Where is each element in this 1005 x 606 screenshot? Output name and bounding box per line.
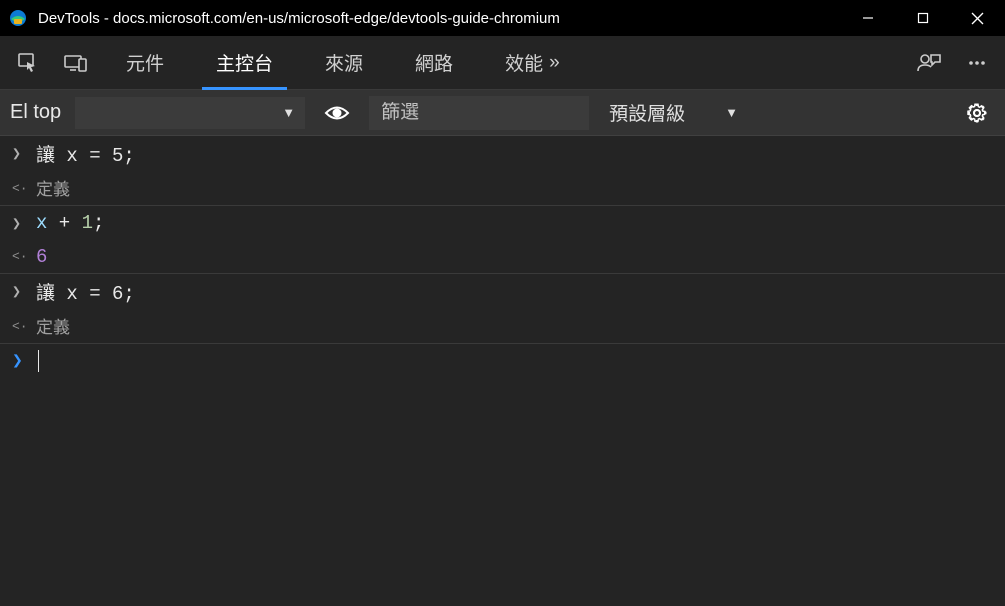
console-prompt-input[interactable] xyxy=(36,350,993,372)
window-titlebar: DevTools - docs.microsoft.com/en-us/micr… xyxy=(0,0,1005,36)
input-marker-icon: ❯ xyxy=(12,214,36,233)
live-expression-icon[interactable] xyxy=(319,95,355,131)
chevron-down-icon: ▼ xyxy=(725,105,738,120)
log-level-selector[interactable]: 預設層級 ▼ xyxy=(603,96,738,130)
console-settings-icon[interactable] xyxy=(959,95,995,131)
input-marker-icon: ❯ xyxy=(12,282,36,301)
tabs-overflow-indicator: » xyxy=(543,52,560,74)
context-label: El top xyxy=(10,101,61,124)
tab-sources[interactable]: 來源 xyxy=(299,36,389,90)
app-icon xyxy=(8,8,28,28)
console-text: x + 1; xyxy=(36,212,993,234)
console-output-row: <· 定義 xyxy=(0,309,1005,344)
more-options-icon[interactable] xyxy=(953,36,1001,90)
console-filterbar: El top ▼ 預設層級 ▼ xyxy=(0,90,1005,136)
console-output-row: <· 定義 xyxy=(0,171,1005,206)
console-output[interactable]: ❯ 讓 x = 5; <· 定義 ❯ x + 1; <· 6 ❯ 讓 x = 6… xyxy=(0,136,1005,606)
tab-label: 主控台 xyxy=(216,49,273,76)
console-text: 讓 x = 6; xyxy=(36,278,993,305)
devtools-tabbar: 元件 主控台 來源 網路 效能» xyxy=(0,36,1005,90)
output-marker-icon: <· xyxy=(12,249,36,264)
tab-label: 效能 xyxy=(505,49,543,76)
inspect-element-icon[interactable] xyxy=(4,36,52,90)
tab-label: 網路 xyxy=(415,49,453,76)
filter-input[interactable] xyxy=(369,96,589,130)
close-button[interactable] xyxy=(950,0,1005,36)
console-text: 讓 x = 5; xyxy=(36,140,993,167)
console-input-row: ❯ x + 1; xyxy=(0,206,1005,240)
console-input-row: ❯ 讓 x = 5; xyxy=(0,136,1005,171)
tab-label: 元件 xyxy=(126,49,164,76)
console-result-row: <· 6 xyxy=(0,240,1005,274)
tab-console[interactable]: 主控台 xyxy=(190,36,299,90)
minimize-button[interactable] xyxy=(840,0,895,36)
feedback-icon[interactable] xyxy=(905,36,953,90)
window-controls xyxy=(840,0,1005,36)
log-level-label: 預設層級 xyxy=(609,99,685,126)
device-emulation-icon[interactable] xyxy=(52,36,100,90)
window-title: DevTools - docs.microsoft.com/en-us/micr… xyxy=(38,10,840,27)
console-text: 定義 xyxy=(36,313,993,339)
input-marker-icon: ❯ xyxy=(12,144,36,163)
maximize-button[interactable] xyxy=(895,0,950,36)
text-cursor xyxy=(38,350,39,372)
console-prompt-row[interactable]: ❯ xyxy=(0,344,1005,378)
console-result: 6 xyxy=(36,246,993,268)
tab-performance[interactable]: 效能» xyxy=(479,36,586,90)
chevron-down-icon: ▼ xyxy=(282,105,295,120)
console-input-row: ❯ 讓 x = 6; xyxy=(0,274,1005,309)
console-text: 定義 xyxy=(36,175,993,201)
prompt-marker-icon: ❯ xyxy=(12,350,36,372)
tab-network[interactable]: 網路 xyxy=(389,36,479,90)
tab-elements[interactable]: 元件 xyxy=(100,36,190,90)
context-selector[interactable]: ▼ xyxy=(75,97,305,129)
output-marker-icon: <· xyxy=(12,319,36,334)
tab-label: 來源 xyxy=(325,49,363,76)
output-marker-icon: <· xyxy=(12,181,36,196)
